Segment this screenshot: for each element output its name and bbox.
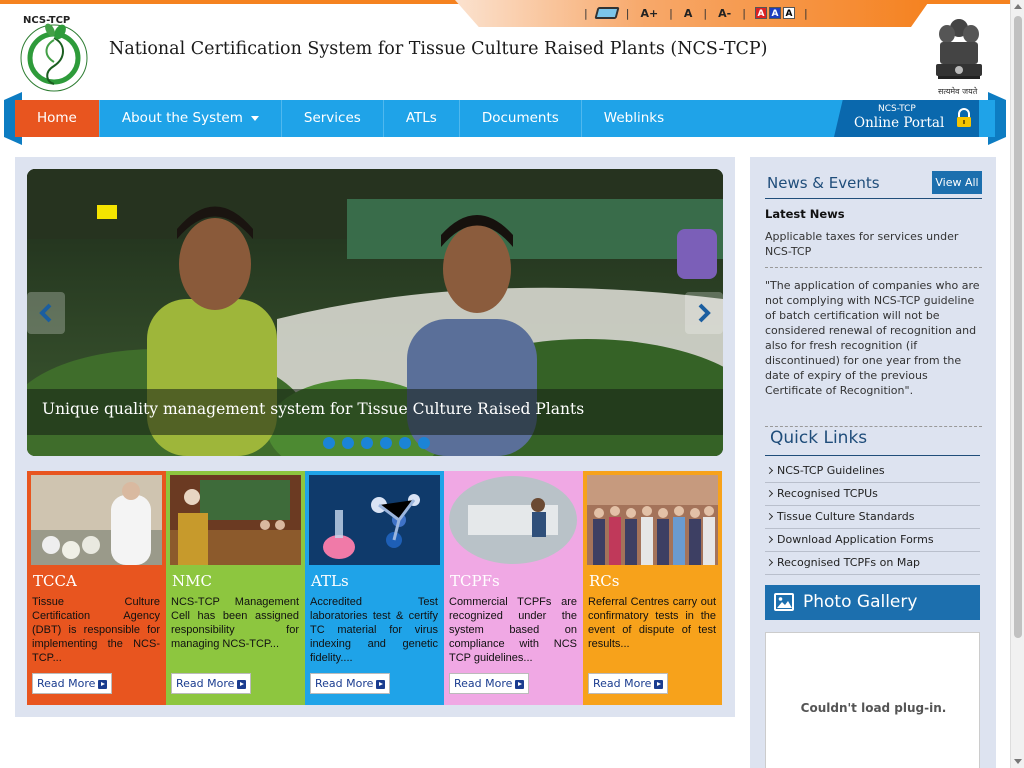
vertical-scrollbar[interactable] [1010, 0, 1024, 768]
card-title: RCs [589, 572, 620, 590]
tcpfs-photo [448, 475, 579, 565]
card-description: Commercial TCPFs are recognized under th… [449, 596, 577, 664]
quick-link-item[interactable]: Recognised TCPUs [765, 483, 980, 506]
quick-links-heading: Quick Links [770, 428, 868, 448]
card-description: Accredited Test laboratories test & cert… [310, 596, 438, 664]
nav-item-home[interactable]: Home [15, 100, 100, 137]
latest-news-label: Latest News [765, 207, 845, 221]
nav-item-about[interactable]: About the System [100, 100, 282, 137]
slider-dot[interactable] [342, 437, 354, 449]
tcca-photo [31, 475, 162, 565]
card-description: Referral Centres carry out confirmatory … [588, 596, 716, 650]
read-more-label: Read More [37, 677, 96, 690]
chevron-down-icon [250, 115, 259, 121]
arrow-right-icon [654, 679, 664, 689]
arrow-right-icon [515, 679, 525, 689]
stakeholder-cards: TCCA Tissue Culture Certification Agency… [27, 471, 722, 705]
card-description: Tissue Culture Certification Agency (DBT… [32, 596, 160, 664]
atls-photo [309, 475, 440, 565]
scroll-down-icon[interactable] [1014, 759, 1022, 764]
slider-pagination [323, 437, 430, 449]
read-more-button[interactable]: Read More [310, 673, 391, 694]
lock-icon [957, 108, 971, 127]
nav-item-weblinks[interactable]: Weblinks [582, 100, 686, 137]
slider-dot[interactable] [418, 437, 430, 449]
card-title: TCPFs [450, 572, 500, 590]
card-tcpfs: TCPFs Commercial TCPFs are recognized un… [444, 471, 583, 705]
rcs-photo [587, 475, 718, 565]
divider [765, 198, 982, 199]
read-more-button[interactable]: Read More [32, 673, 113, 694]
quick-link-item[interactable]: Download Application Forms [765, 529, 980, 552]
slider-dot[interactable] [323, 437, 335, 449]
nav-item-documents[interactable]: Documents [460, 100, 582, 137]
slider-dot[interactable] [399, 437, 411, 449]
news-list: Latest News Applicable taxes for service… [765, 207, 982, 427]
arrow-right-icon [376, 679, 386, 689]
card-title: NMC [172, 572, 212, 590]
nav-bar: Home About the System Services ATLs Docu… [15, 100, 995, 137]
emblem-caption: सत्यमेव जयते [938, 87, 978, 96]
slider-prev-button[interactable] [27, 292, 65, 334]
sidebar-panel: News & Events View All Latest News Appli… [750, 157, 996, 768]
read-more-label: Read More [593, 677, 652, 690]
chevron-left-icon [39, 303, 52, 323]
arrow-right-icon [98, 679, 108, 689]
card-title: ATLs [311, 572, 349, 590]
news-heading: News & Events [767, 174, 880, 192]
photo-gallery-button[interactable]: Photo Gallery [765, 585, 980, 620]
view-all-button[interactable]: View All [932, 171, 982, 194]
page: | | A+ | A | A- | A A A | NCS-TCP Nation… [0, 0, 1024, 768]
chevron-right-icon [698, 303, 711, 323]
quick-links-list: NCS-TCP Guidelines Recognised TCPUs Tiss… [765, 460, 980, 575]
card-description: NCS-TCP Management Cell has been assigne… [171, 596, 299, 650]
card-atls: ATLs Accredited Test laboratories test &… [305, 471, 444, 705]
scroll-up-icon[interactable] [1014, 4, 1022, 9]
divider [765, 455, 980, 456]
nav-item-atls[interactable]: ATLs [384, 100, 460, 137]
plugin-placeholder: Couldn't load plug-in. [765, 632, 980, 768]
portal-small-label: NCS-TCP [878, 104, 916, 114]
scrollbar-thumb[interactable] [1014, 16, 1022, 638]
card-tcca: TCCA Tissue Culture Certification Agency… [27, 471, 166, 705]
nav-item-services[interactable]: Services [282, 100, 384, 137]
read-more-button[interactable]: Read More [449, 673, 530, 694]
read-more-button[interactable]: Read More [171, 673, 252, 694]
read-more-label: Read More [176, 677, 235, 690]
portal-big-label: Online Portal [854, 115, 945, 131]
nav-item-label: About the System [121, 110, 243, 126]
site-header: NCS-TCP National Certification System fo… [0, 4, 1010, 100]
read-more-button[interactable]: Read More [588, 673, 669, 694]
card-rcs: RCs Referral Centres carry out confirmat… [583, 471, 722, 705]
quick-link-item[interactable]: Recognised TCPFs on Map [765, 552, 980, 575]
image-icon [774, 593, 794, 611]
slider-next-button[interactable] [685, 292, 723, 334]
main-navigation: Home About the System Services ATLs Docu… [4, 92, 1006, 145]
arrow-right-icon [237, 679, 247, 689]
card-nmc: NMC NCS-TCP Management Cell has been ass… [166, 471, 305, 705]
site-title: National Certification System for Tissue… [109, 39, 768, 59]
plugin-error-text: Couldn't load plug-in. [800, 701, 947, 715]
news-item[interactable]: "The application of companies who are no… [765, 278, 982, 427]
slider-dot[interactable] [361, 437, 373, 449]
slide-caption: Unique quality management system for Tis… [42, 400, 585, 418]
slider-dot[interactable] [380, 437, 392, 449]
nmc-photo [170, 475, 301, 565]
card-title: TCCA [33, 572, 77, 590]
read-more-label: Read More [454, 677, 513, 690]
logo-text: NCS-TCP [23, 15, 70, 26]
main-content-panel: Unique quality management system for Tis… [15, 157, 735, 717]
ncs-tcp-logo[interactable]: NCS-TCP [14, 10, 94, 96]
online-portal-button[interactable]: NCS-TCP Online Portal [834, 100, 979, 137]
national-emblem-icon [936, 19, 982, 79]
slide-caption-bar: Unique quality management system for Tis… [27, 389, 723, 435]
quick-link-item[interactable]: Tissue Culture Standards [765, 506, 980, 529]
photo-gallery-label: Photo Gallery [803, 592, 918, 612]
news-item[interactable]: Applicable taxes for services under NCS-… [765, 229, 982, 268]
quick-link-item[interactable]: NCS-TCP Guidelines [765, 460, 980, 483]
read-more-label: Read More [315, 677, 374, 690]
hero-slider: Unique quality management system for Tis… [27, 169, 723, 456]
